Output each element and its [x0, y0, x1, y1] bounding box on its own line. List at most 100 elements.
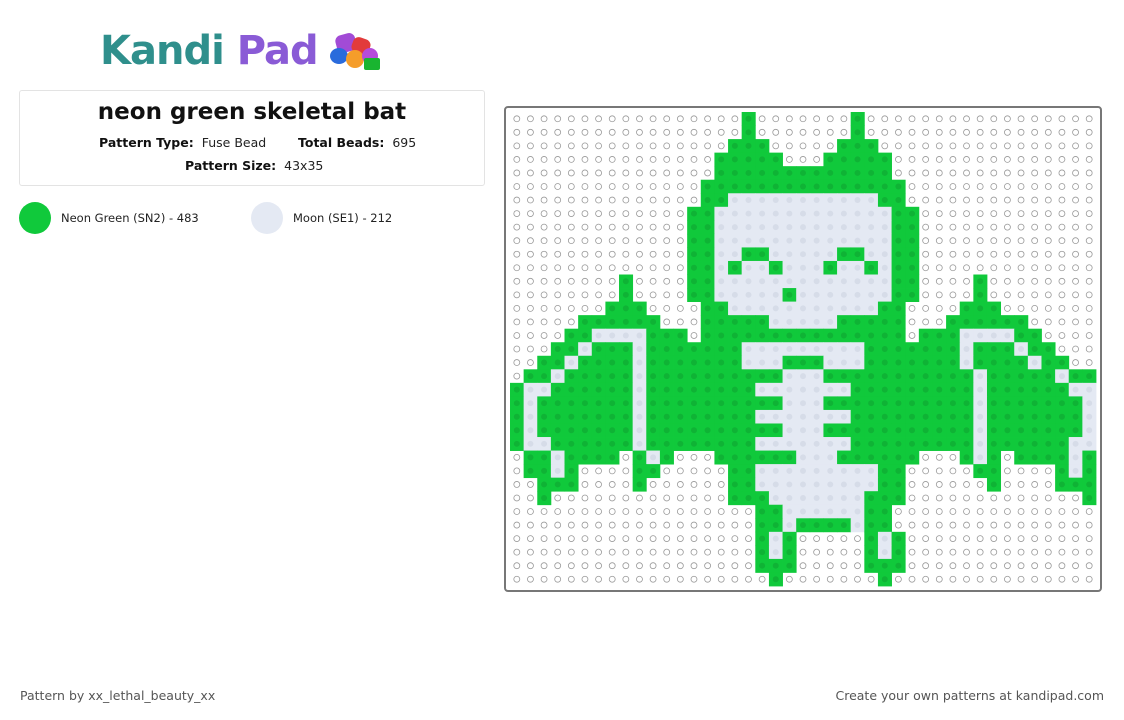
empty-peg: [799, 575, 807, 583]
empty-peg: [636, 521, 643, 529]
kandipad-logo[interactable]: Kandi Pad: [100, 26, 408, 76]
empty-peg: [1031, 183, 1039, 190]
empty-peg: [1058, 291, 1066, 299]
bead-hole: [881, 373, 888, 380]
empty-peg: [595, 304, 602, 312]
bead-hole: [745, 467, 752, 474]
empty-peg: [1072, 210, 1079, 217]
bead-hole: [622, 386, 629, 393]
empty-peg: [1085, 169, 1093, 177]
empty-peg: [1058, 142, 1066, 150]
empty-peg: [1044, 318, 1052, 326]
bead-hole: [800, 413, 806, 420]
empty-peg: [554, 210, 562, 217]
empty-peg: [540, 345, 548, 353]
empty-peg: [826, 128, 834, 136]
empty-peg: [963, 467, 970, 475]
empty-peg: [513, 481, 521, 488]
empty-peg: [976, 196, 984, 204]
bead-hole: [718, 291, 725, 298]
empty-peg: [1031, 277, 1039, 285]
empty-peg: [1058, 277, 1066, 285]
empty-peg: [1085, 345, 1093, 353]
bead-hole: [691, 278, 697, 285]
empty-peg: [704, 481, 711, 488]
bead-hole: [800, 427, 806, 434]
bead-hole: [554, 440, 561, 447]
empty-peg: [622, 481, 630, 488]
bead-hole: [895, 237, 902, 244]
empty-peg: [1058, 250, 1066, 258]
empty-peg: [990, 142, 998, 150]
empty-peg: [1072, 562, 1079, 570]
bead-hole: [677, 373, 684, 380]
empty-peg: [513, 332, 521, 339]
empty-peg: [1017, 535, 1025, 542]
bead-hole: [813, 237, 820, 244]
bead-hole: [963, 427, 970, 434]
empty-peg: [813, 115, 821, 123]
bead-hole: [745, 359, 752, 366]
bead-hole: [527, 373, 534, 380]
empty-peg: [976, 250, 984, 258]
empty-peg: [799, 115, 807, 123]
bead-hole: [745, 115, 752, 122]
empty-peg: [527, 359, 534, 366]
bead-hole: [609, 400, 616, 407]
bead-hole: [827, 440, 834, 447]
empty-peg: [567, 128, 575, 136]
empty-peg: [540, 169, 548, 177]
empty-peg: [690, 183, 698, 190]
empty-peg: [935, 535, 943, 542]
bead-hole: [868, 454, 875, 461]
empty-peg: [554, 508, 562, 515]
bead-hole: [541, 400, 548, 407]
bead-hole: [731, 454, 738, 461]
bead-hole: [827, 346, 834, 352]
empty-peg: [567, 304, 575, 312]
bead-hole: [881, 332, 888, 339]
empty-peg: [649, 264, 657, 272]
empty-peg: [540, 115, 548, 123]
bead-hole: [1086, 400, 1093, 407]
empty-peg: [513, 277, 521, 285]
empty-peg: [922, 481, 930, 488]
bead-hole: [609, 427, 616, 434]
empty-peg: [554, 128, 562, 136]
empty-peg: [1004, 562, 1011, 570]
empty-peg: [908, 481, 916, 488]
bead-hole: [1072, 386, 1079, 393]
empty-peg: [717, 467, 725, 475]
bead-hole: [745, 169, 752, 176]
empty-peg: [1017, 210, 1025, 217]
empty-peg: [922, 169, 930, 177]
empty-peg: [581, 128, 589, 136]
bead-hole: [1004, 359, 1011, 366]
bead-hole: [772, 156, 779, 163]
bead-hole: [581, 413, 588, 420]
empty-peg: [1044, 264, 1052, 272]
empty-peg: [1072, 115, 1079, 123]
empty-peg: [717, 115, 725, 123]
empty-peg: [567, 210, 575, 217]
bead-hole: [786, 494, 793, 501]
bead-hole: [786, 305, 793, 312]
bead-hole: [745, 197, 752, 204]
empty-peg: [731, 508, 739, 515]
empty-peg: [704, 548, 711, 556]
bead-hole: [772, 359, 779, 366]
bead-hole: [568, 359, 575, 366]
bead-hole: [731, 346, 738, 352]
empty-peg: [608, 494, 616, 502]
empty-peg: [1072, 494, 1079, 502]
empty-peg: [922, 467, 930, 475]
bead-hole: [772, 427, 779, 434]
empty-peg: [663, 142, 671, 150]
bead-hole: [868, 332, 875, 339]
empty-peg: [595, 548, 602, 556]
bead-hole: [895, 400, 902, 407]
bead-hole: [800, 210, 806, 217]
empty-peg: [608, 183, 616, 190]
bead-hole: [827, 427, 834, 434]
create-patterns-link[interactable]: Create your own patterns at kandipad.com: [835, 688, 1104, 703]
